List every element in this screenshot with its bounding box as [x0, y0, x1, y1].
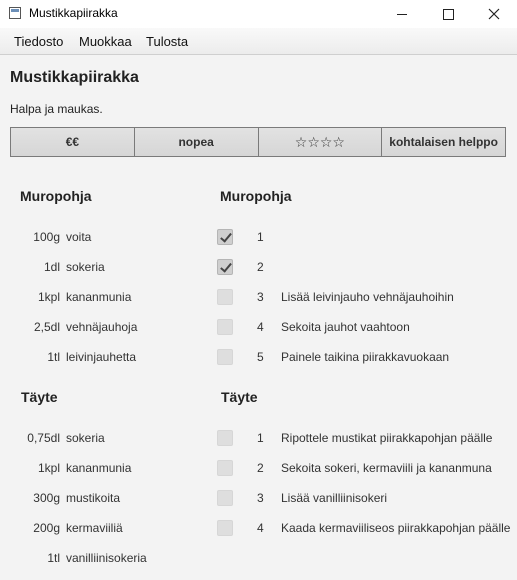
ingredient-name: vehnäjauhoja [66, 320, 138, 334]
ingredient-row: 1tl vanilliinisokeria [0, 551, 200, 569]
ingredient-qty: 1tl [47, 350, 60, 364]
menu-bar: Tiedosto Muokkaa Tulosta [0, 28, 517, 55]
ingredient-qty: 2,5dl [33, 320, 60, 334]
ingredient-qty: 1tl [47, 551, 60, 565]
ingredient-qty: 100g [33, 230, 60, 244]
steps-heading: Täyte [221, 389, 258, 405]
step-row: 5 Painele taikina piirakkavuokaan [216, 349, 516, 368]
step-number: 1 [257, 230, 264, 244]
step-checkbox[interactable] [217, 490, 233, 506]
ingredient-qty: 200g [33, 521, 60, 535]
maximize-icon [442, 8, 454, 20]
step-text: Lisää leivinjauho vehnäjauhoihin [281, 290, 454, 304]
ingredient-name: kananmunia [66, 461, 132, 475]
step-number: 5 [257, 350, 264, 364]
step-row: 2 Sekoita sokeri, kermaviili ja kananmun… [216, 460, 516, 479]
step-number: 4 [257, 320, 264, 334]
ingredient-name: kananmunia [66, 290, 132, 304]
step-text: Painele taikina piirakkavuokaan [281, 350, 450, 364]
price-badge: €€ [11, 128, 135, 156]
step-checkbox[interactable] [217, 319, 233, 335]
app-icon [9, 7, 21, 19]
minimize-icon [397, 13, 407, 15]
recipe-info-bar: €€ nopea ☆☆☆☆ kohtalaisen helppo [10, 127, 506, 157]
ingredient-name: kermaviiliä [66, 521, 123, 535]
difficulty-badge: kohtalaisen helppo [382, 128, 505, 156]
ingredients-heading: Täyte [21, 389, 58, 405]
ingredient-qty: 1kpl [37, 290, 60, 304]
step-row: 2 [216, 259, 516, 278]
window-title: Mustikkapiirakka [29, 6, 118, 20]
recipe-title: Mustikkapiirakka [10, 69, 139, 86]
menu-muokkaa[interactable]: Muokkaa [79, 34, 132, 49]
ingredient-row: 1dl sokeria [0, 260, 200, 278]
step-row: 1 [216, 229, 516, 248]
step-row: 4 Kaada kermaviiliseos piirakkapohjan pä… [216, 520, 516, 539]
step-text: Kaada kermaviiliseos piirakkapohjan pääl… [281, 521, 511, 535]
minimize-button[interactable] [379, 0, 425, 28]
close-button[interactable] [471, 0, 517, 28]
ingredient-name: vanilliinisokeria [66, 551, 147, 565]
step-checkbox[interactable] [217, 460, 233, 476]
menu-tulosta[interactable]: Tulosta [146, 34, 188, 49]
step-checkbox[interactable] [217, 289, 233, 305]
step-number: 3 [257, 491, 264, 505]
step-number: 4 [257, 521, 264, 535]
step-text: Lisää vanilliinisokeri [281, 491, 388, 505]
step-checkbox[interactable] [217, 229, 233, 245]
ingredient-name: sokeria [66, 260, 105, 274]
ingredient-qty: 1dl [43, 260, 60, 274]
ingredient-row: 0,75dl sokeria [0, 431, 200, 449]
close-icon [488, 8, 500, 20]
ingredient-row: 200g kermaviiliä [0, 521, 200, 539]
ingredient-row: 1kpl kananmunia [0, 290, 200, 308]
ingredients-heading: Muropohja [20, 188, 92, 204]
recipe-view: Mustikkapiirakka Halpa ja maukas. €€ nop… [0, 55, 517, 580]
menu-tiedosto[interactable]: Tiedosto [14, 34, 63, 49]
step-number: 2 [257, 461, 264, 475]
step-row: 3 Lisää leivinjauho vehnäjauhoihin [216, 289, 516, 308]
ingredient-row: 1kpl kananmunia [0, 461, 200, 479]
steps-heading: Muropohja [220, 188, 292, 204]
ingredient-name: mustikoita [66, 491, 121, 505]
ingredient-row: 300g mustikoita [0, 491, 200, 509]
recipe-description: Halpa ja maukas. [10, 102, 103, 116]
step-row: 1 Ripottele mustikat piirakkapohjan pääl… [216, 430, 516, 449]
ingredient-row: 100g voita [0, 230, 200, 248]
step-number: 3 [257, 290, 264, 304]
step-checkbox[interactable] [217, 349, 233, 365]
ingredient-row: 2,5dl vehnäjauhoja [0, 320, 200, 338]
step-checkbox[interactable] [217, 259, 233, 275]
ingredient-name: leivinjauhetta [66, 350, 137, 364]
ingredient-qty: 0,75dl [27, 431, 60, 445]
ingredient-row: 1tl leivinjauhetta [0, 350, 200, 368]
ingredient-qty: 1kpl [37, 461, 60, 475]
step-row: 3 Lisää vanilliinisokeri [216, 490, 516, 509]
rating-badge: ☆☆☆☆ [258, 128, 383, 156]
step-text: Sekoita jauhot vaahtoon [281, 320, 410, 334]
title-bar: Mustikkapiirakka [0, 0, 517, 28]
ingredient-qty: 300g [33, 491, 60, 505]
step-text: Sekoita sokeri, kermaviili ja kananmuna [281, 461, 492, 475]
step-checkbox[interactable] [217, 430, 233, 446]
ingredient-name: voita [66, 230, 92, 244]
step-number: 2 [257, 260, 264, 274]
time-badge: nopea [134, 128, 259, 156]
ingredient-name: sokeria [66, 431, 105, 445]
step-row: 4 Sekoita jauhot vaahtoon [216, 319, 516, 338]
step-text: Ripottele mustikat piirakkapohjan päälle [281, 431, 493, 445]
maximize-button[interactable] [425, 0, 471, 28]
step-checkbox[interactable] [217, 520, 233, 536]
step-number: 1 [257, 431, 264, 445]
